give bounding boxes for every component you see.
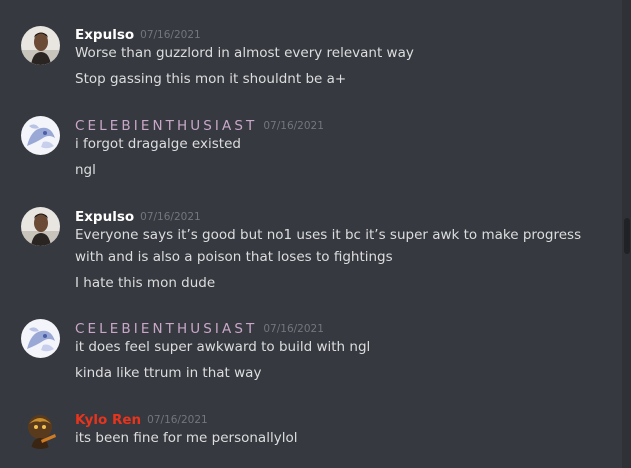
message-text: Worse than guzzlord in almost every rele… [75, 45, 414, 61]
timestamp: 07/16/2021 [140, 29, 201, 41]
scrollbar-track[interactable] [622, 0, 631, 468]
message-text: I hate this mon dude [75, 275, 216, 291]
chat-message-list: Expulso 07/16/2021 Worse than guzzlord in… [0, 0, 622, 468]
message-header: Expulso 07/16/2021 [75, 206, 201, 225]
message-header: CELEBIENTHUSIAST 07/16/2021 [75, 318, 324, 337]
character-avatar-icon[interactable] [21, 410, 60, 449]
username[interactable]: CELEBIENTHUSIAST [75, 118, 257, 134]
message-text: i forgot dragalge existed [75, 136, 241, 152]
message-text: Everyone says it’s good but no1 uses it … [75, 227, 582, 243]
timestamp: 07/16/2021 [147, 414, 208, 426]
message-text: with and is also a poison that loses to … [75, 249, 393, 265]
message-text: kinda like ttrum in that way [75, 365, 262, 381]
message-text: ngl [75, 162, 96, 178]
timestamp: 07/16/2021 [263, 120, 324, 132]
pokemon-avatar-icon[interactable] [21, 319, 60, 358]
portrait-avatar-icon[interactable] [21, 207, 60, 246]
scrollbar-thumb[interactable] [624, 218, 630, 254]
message-header: CELEBIENTHUSIAST 07/16/2021 [75, 115, 324, 134]
timestamp: 07/16/2021 [140, 211, 201, 223]
message-text: it does feel super awkward to build with… [75, 339, 371, 355]
message-text: its been fine for me personallylol [75, 430, 298, 446]
username[interactable]: Expulso [75, 209, 134, 225]
portrait-avatar-icon[interactable] [21, 26, 60, 65]
timestamp: 07/16/2021 [263, 323, 324, 335]
username[interactable]: CELEBIENTHUSIAST [75, 321, 257, 337]
username[interactable]: Kylo Ren [75, 412, 141, 428]
message-header: Kylo Ren 07/16/2021 [75, 409, 208, 428]
message-text: Stop gassing this mon it shouldnt be a+ [75, 71, 347, 87]
message-header: Expulso 07/16/2021 [75, 24, 201, 43]
username[interactable]: Expulso [75, 27, 134, 43]
pokemon-avatar-icon[interactable] [21, 116, 60, 155]
